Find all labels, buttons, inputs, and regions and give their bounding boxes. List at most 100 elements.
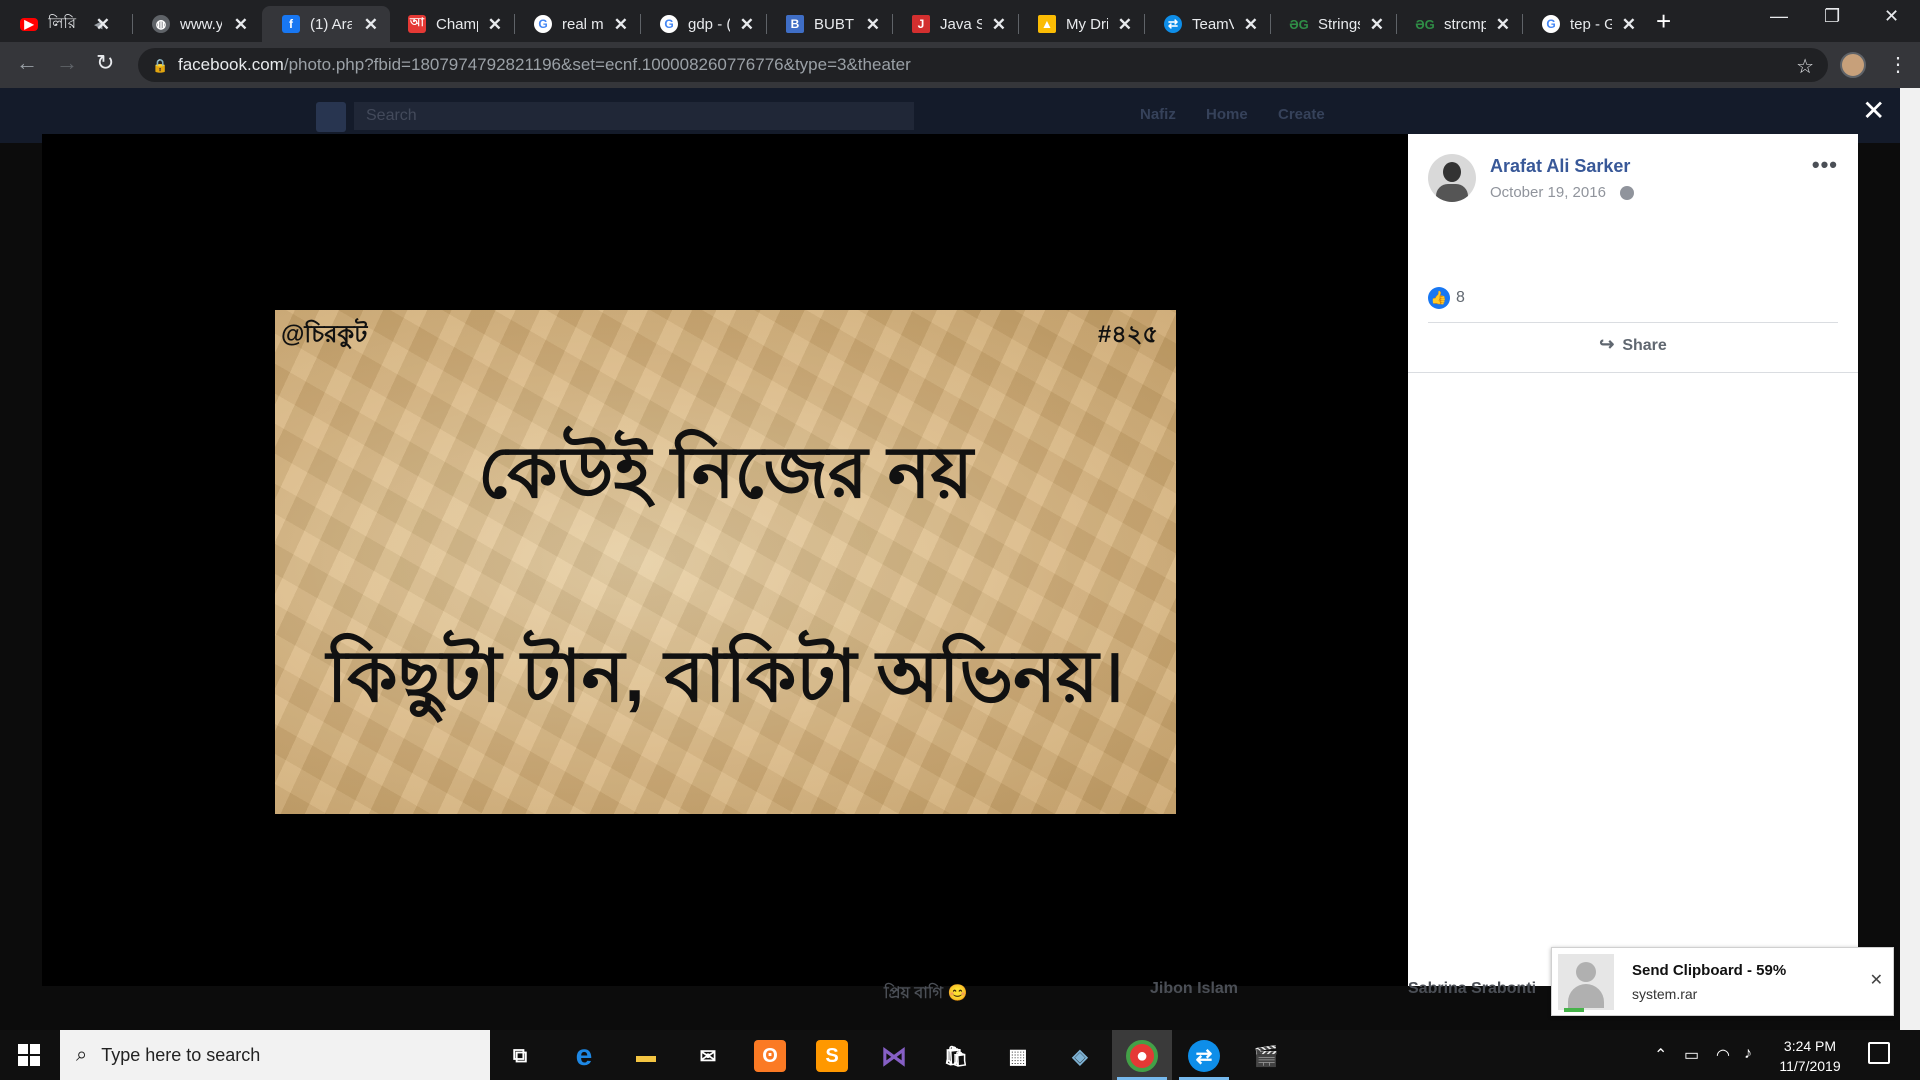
post-details-panel: Arafat Ali Sarker October 19, 2016 ••• 👍… xyxy=(1408,134,1858,986)
tab-facebook-active[interactable]: f (1) Ara ✕ xyxy=(262,6,390,42)
tab-title: strcmp xyxy=(1444,15,1486,33)
edge-icon[interactable]: e xyxy=(568,1039,600,1072)
xampp-icon[interactable]: ʘ xyxy=(754,1040,786,1072)
close-tab-icon[interactable]: ✕ xyxy=(1496,15,1510,35)
start-icon-pane xyxy=(30,1056,40,1066)
close-notification-icon[interactable]: ✕ xyxy=(1870,970,1883,990)
url-host: facebook.com xyxy=(178,55,284,74)
post-photo[interactable]: @চিরকুট #৪২৫ কেউই নিজের নয় কিছুটা টান, … xyxy=(275,310,1176,814)
photo-watermark: @চিরকুট xyxy=(281,321,368,348)
show-hidden-icons[interactable]: ⌃ xyxy=(1654,1045,1667,1065)
movie-maker-icon[interactable]: 🎬 xyxy=(1250,1040,1282,1072)
like-icon[interactable]: 👍 xyxy=(1428,287,1450,309)
close-tab-icon[interactable]: ✕ xyxy=(1118,15,1132,35)
author-name-link[interactable]: Arafat Ali Sarker xyxy=(1490,156,1630,177)
tab-www[interactable]: ◍ www.y ✕ xyxy=(132,6,260,42)
close-tab-icon[interactable]: ✕ xyxy=(1370,15,1384,35)
teamviewer-taskbar-icon[interactable]: ⇄ xyxy=(1188,1040,1220,1072)
close-tab-icon[interactable]: ✕ xyxy=(1244,15,1258,35)
divider xyxy=(1428,322,1838,323)
tab-title: (1) Ara xyxy=(310,15,352,33)
facebook-icon: f xyxy=(282,15,300,33)
virtualbox-icon[interactable]: ◈ xyxy=(1064,1040,1096,1072)
reload-button[interactable]: ↻ xyxy=(96,50,114,76)
battery-icon[interactable]: ▭ xyxy=(1684,1045,1699,1065)
post-date[interactable]: October 19, 2016 xyxy=(1490,184,1606,201)
tab-gdp[interactable]: G gdp - ( ✕ xyxy=(640,6,766,42)
clock-date: 11/7/2019 xyxy=(1779,1058,1841,1074)
task-view-icon[interactable]: ⧉ xyxy=(504,1040,536,1072)
youtube-icon: ▶ xyxy=(20,17,38,31)
tab-title: My Dri xyxy=(1066,15,1108,33)
author-avatar[interactable] xyxy=(1428,154,1476,202)
browser-menu-icon[interactable]: ⋮ xyxy=(1888,52,1908,77)
tab-bubt[interactable]: B BUBT / ✕ xyxy=(766,6,892,42)
close-window-button[interactable]: ✕ xyxy=(1884,6,1899,27)
wifi-icon[interactable]: ◠ xyxy=(1716,1045,1730,1065)
tab-title: TeamV xyxy=(1192,15,1234,33)
close-tab-icon[interactable]: ✕ xyxy=(740,15,754,35)
url-text[interactable]: facebook.com/photo.php?fbid=180797479282… xyxy=(178,55,911,75)
tab-strings[interactable]: ƏG Strings ✕ xyxy=(1270,6,1396,42)
tab-champ[interactable]: আ Champ ✕ xyxy=(388,6,514,42)
profile-avatar[interactable] xyxy=(1840,52,1866,78)
google-icon: G xyxy=(660,15,678,33)
globe-icon: ◍ xyxy=(152,15,170,33)
volume-icon[interactable]: ♪ xyxy=(1744,1045,1752,1063)
close-tab-icon[interactable]: ✕ xyxy=(364,15,378,35)
tab-title: Champ xyxy=(436,15,478,33)
address-bar[interactable]: 🔒 facebook.com/photo.php?fbid=1807974792… xyxy=(138,48,1828,82)
close-tab-icon[interactable]: ✕ xyxy=(866,15,880,35)
tab-strcmp[interactable]: ƏG strcmp ✕ xyxy=(1396,6,1522,42)
chrome-icon[interactable]: ● xyxy=(1126,1040,1158,1072)
tab-real[interactable]: G real m ✕ xyxy=(514,6,640,42)
tab-title: Strings xyxy=(1318,15,1360,33)
search-icon: ⌕ xyxy=(76,1043,88,1066)
system-clock[interactable]: 3:24 PM 11/7/2019 xyxy=(1765,1036,1855,1076)
start-icon-pane xyxy=(18,1044,28,1054)
sublime-icon[interactable]: S xyxy=(816,1040,848,1072)
tab-title: Java St xyxy=(940,15,982,33)
close-tab-icon[interactable]: ✕ xyxy=(96,15,110,35)
chat-tab[interactable]: Sabrina Srabonti xyxy=(1408,980,1536,1016)
tab-title: gdp - ( xyxy=(688,15,730,33)
tab-youtube[interactable]: ▶ লিরি ◀ ✕ xyxy=(0,6,122,42)
taskbar-search-box[interactable]: ⌕ Type here to search xyxy=(60,1030,490,1080)
new-tab-button[interactable]: + xyxy=(1656,6,1671,37)
tab-java[interactable]: J Java St ✕ xyxy=(892,6,1018,42)
close-tab-icon[interactable]: ✕ xyxy=(1622,15,1636,35)
tab-teamviewer[interactable]: ⇄ TeamV ✕ xyxy=(1144,6,1270,42)
chat-tab[interactable]: Jibon Islam xyxy=(1150,980,1238,1016)
photo-number: #৪২৫ xyxy=(1097,321,1158,348)
tab-tep[interactable]: G tep - G ✕ xyxy=(1522,6,1648,42)
page-scrollbar[interactable] xyxy=(1900,88,1920,1030)
forward-button[interactable]: → xyxy=(56,50,78,76)
send-clipboard-notification[interactable]: Send Clipboard - 59% system.rar ✕ xyxy=(1551,947,1894,1016)
close-tab-icon[interactable]: ✕ xyxy=(992,15,1006,35)
visual-studio-icon[interactable]: ⋈ xyxy=(878,1040,910,1072)
store-icon[interactable]: 🛍 xyxy=(940,1040,972,1072)
java-icon: J xyxy=(912,15,930,33)
google-icon: G xyxy=(534,15,552,33)
url-path: /photo.php?fbid=1807974792821196&set=ecn… xyxy=(283,55,911,74)
restore-button[interactable]: ❐ xyxy=(1824,6,1840,27)
close-tab-icon[interactable]: ✕ xyxy=(614,15,628,35)
file-explorer-icon[interactable]: ▬ xyxy=(630,1040,662,1072)
more-options-icon[interactable]: ••• xyxy=(1812,152,1838,178)
gfg-icon: ƏG xyxy=(1415,16,1435,32)
share-button[interactable]: ↪ Share xyxy=(1408,334,1858,355)
close-viewer-icon[interactable]: ✕ xyxy=(1862,94,1885,127)
tab-drive[interactable]: ▲ My Dri ✕ xyxy=(1018,6,1144,42)
chat-tab[interactable]: প্রিয় বাগি 😊 xyxy=(884,980,967,1016)
action-center-icon[interactable] xyxy=(1868,1042,1890,1064)
close-tab-icon[interactable]: ✕ xyxy=(234,15,248,35)
minimize-button[interactable]: — xyxy=(1770,6,1788,27)
mail-icon[interactable]: ✉ xyxy=(692,1040,724,1072)
back-button[interactable]: ← xyxy=(16,50,38,76)
bookmark-star-icon[interactable]: ☆ xyxy=(1796,54,1814,79)
winrar-icon[interactable]: ▦ xyxy=(1002,1040,1034,1072)
like-count[interactable]: 8 xyxy=(1456,289,1465,307)
close-tab-icon[interactable]: ✕ xyxy=(488,15,502,35)
windows-start-icon[interactable] xyxy=(18,1044,40,1066)
lock-icon[interactable]: 🔒 xyxy=(152,58,168,73)
